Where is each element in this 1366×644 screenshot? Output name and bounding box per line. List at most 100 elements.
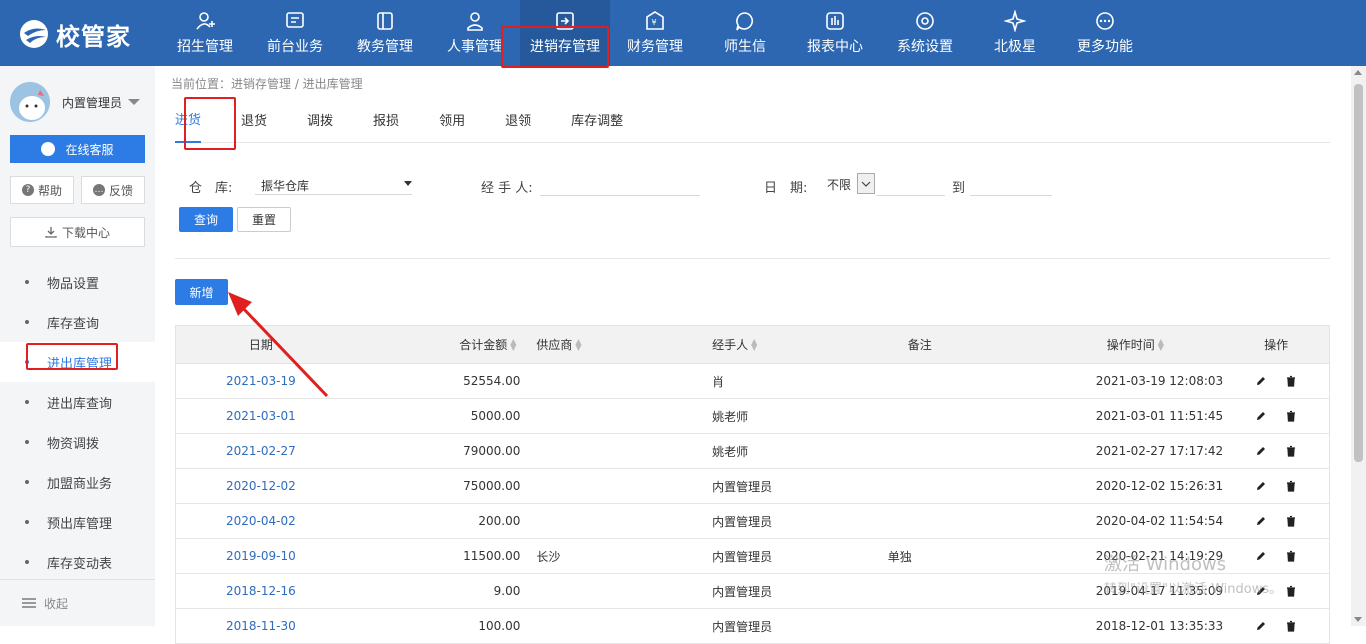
- yen-icon: ¥: [646, 11, 664, 30]
- nav-item-label: 进销存管理: [530, 39, 600, 55]
- sort-icon[interactable]: ▲ ▼: [751, 337, 757, 351]
- delete-icon[interactable]: [1285, 445, 1297, 457]
- tab-4[interactable]: 领用: [439, 96, 465, 143]
- header-date[interactable]: 日期: [176, 326, 346, 363]
- download-icon: [45, 227, 57, 238]
- tab-3[interactable]: 报损: [373, 96, 399, 143]
- cell-handler: 内置管理员: [712, 619, 773, 634]
- page-scrollbar[interactable]: [1351, 66, 1366, 626]
- cell-supplier: [520, 399, 696, 433]
- sidebar-item-7[interactable]: 库存变动表: [0, 542, 155, 582]
- bullet-icon: [25, 480, 29, 484]
- tab-2[interactable]: 调拨: [307, 96, 333, 143]
- edit-icon[interactable]: [1255, 375, 1267, 387]
- nav-item-2[interactable]: 教务管理: [340, 0, 430, 66]
- person-add-icon: [196, 12, 215, 30]
- query-button[interactable]: 查询: [179, 207, 233, 232]
- edit-icon[interactable]: [1255, 480, 1267, 492]
- select-arrow-icon: [857, 173, 875, 194]
- sidebar-item-1[interactable]: 库存查询: [0, 302, 155, 342]
- cell-date[interactable]: 2021-03-01: [176, 399, 346, 433]
- sort-icon[interactable]: ▲ ▼: [1158, 337, 1164, 351]
- user-menu[interactable]: 内置管理员: [10, 82, 150, 122]
- collapse-button[interactable]: 收起: [0, 579, 155, 626]
- chat-icon: [41, 142, 56, 156]
- sidebar-item-5[interactable]: 加盟商业务: [0, 462, 155, 502]
- nav-item-7[interactable]: 报表中心: [790, 0, 880, 66]
- edit-icon[interactable]: [1255, 410, 1267, 422]
- sidebar-item-0[interactable]: 物品设置: [0, 262, 155, 302]
- header-amount[interactable]: 合计金额 ▲ ▼: [346, 326, 521, 363]
- chevron-down-icon[interactable]: [128, 99, 141, 105]
- edit-icon[interactable]: [1255, 620, 1267, 632]
- delete-icon[interactable]: [1285, 585, 1297, 597]
- question-icon: ?: [21, 184, 34, 196]
- cell-date[interactable]: 2018-12-16: [176, 574, 346, 608]
- online-service-button[interactable]: 在线客服: [10, 135, 145, 163]
- nav-item-3[interactable]: 人事管理: [430, 0, 520, 66]
- bullet-icon: [25, 360, 29, 364]
- download-center-button[interactable]: 下载中心: [10, 217, 145, 247]
- delete-icon[interactable]: [1285, 550, 1297, 562]
- cell-date[interactable]: 2020-12-02: [176, 469, 346, 503]
- scroll-down-icon[interactable]: [1354, 617, 1362, 622]
- delete-icon[interactable]: [1285, 620, 1297, 632]
- scroll-thumb[interactable]: [1354, 84, 1363, 462]
- edit-icon[interactable]: [1255, 515, 1267, 527]
- edit-icon[interactable]: [1255, 445, 1267, 457]
- sidebar-item-3[interactable]: 进出库查询: [0, 382, 155, 422]
- nav-item-1[interactable]: 前台业务: [250, 0, 340, 66]
- header-handler[interactable]: 经手人 ▲ ▼: [696, 326, 872, 363]
- scroll-up-icon[interactable]: [1354, 70, 1362, 75]
- help-button[interactable]: ? 帮助: [10, 176, 74, 204]
- delete-icon[interactable]: [1285, 410, 1297, 422]
- tab-5[interactable]: 退领: [505, 96, 531, 143]
- cell-date[interactable]: 2018-11-30: [176, 609, 346, 643]
- sidebar-item-4[interactable]: 物资调拨: [0, 422, 155, 462]
- nav-item-8[interactable]: 系统设置: [880, 0, 970, 66]
- delete-icon[interactable]: [1285, 480, 1297, 492]
- nav-item-label: 人事管理: [447, 39, 503, 55]
- tab-6[interactable]: 库存调整: [571, 96, 623, 143]
- nav-item-label: 前台业务: [267, 39, 323, 55]
- edit-icon[interactable]: [1255, 550, 1267, 562]
- delete-icon[interactable]: [1285, 515, 1297, 527]
- cell-date[interactable]: 2020-04-02: [176, 504, 346, 538]
- reset-button[interactable]: 重置: [237, 207, 291, 232]
- sort-icon[interactable]: ▲ ▼: [510, 337, 516, 351]
- online-service-label: 在线客服: [65, 142, 114, 157]
- add-new-button[interactable]: 新增: [175, 279, 228, 305]
- nav-item-4[interactable]: 进销存管理: [520, 0, 610, 66]
- nav-item-6[interactable]: 师生信: [700, 0, 790, 66]
- book-icon: [377, 12, 393, 30]
- edit-icon[interactable]: [1255, 585, 1267, 597]
- cell-date[interactable]: 2021-02-27: [176, 434, 346, 468]
- header-time[interactable]: 操作时间 ▲ ▼: [1048, 326, 1224, 363]
- logo[interactable]: 校管家: [18, 18, 131, 51]
- nav-item-10[interactable]: 更多功能: [1060, 0, 1150, 66]
- sort-icon[interactable]: ▲ ▼: [575, 337, 581, 351]
- date-range-select[interactable]: 不限: [825, 173, 875, 195]
- sidebar-item-6[interactable]: 预出库管理: [0, 502, 155, 542]
- nav-item-label: 师生信: [724, 39, 766, 55]
- date-start-input[interactable]: [876, 174, 945, 196]
- nav-item-0[interactable]: 招生管理: [160, 0, 250, 66]
- cell-amount: 79000.00: [463, 444, 521, 458]
- feedback-button[interactable]: … 反馈: [81, 176, 145, 204]
- header-supplier[interactable]: 供应商 ▲ ▼: [520, 326, 696, 363]
- nav-item-9[interactable]: 北极星: [970, 0, 1060, 66]
- header-note: 备注: [907, 338, 932, 352]
- date-end-input[interactable]: [970, 174, 1052, 196]
- warehouse-select[interactable]: 振华仓库: [255, 173, 412, 195]
- cell-date[interactable]: 2019-09-10: [176, 539, 346, 573]
- tab-0[interactable]: 进货: [175, 96, 202, 143]
- table-row: 2019-09-10 11500.00 长沙 内置管理员 单独 2020-02-21 14…: [176, 539, 1329, 574]
- handler-input[interactable]: [540, 174, 700, 196]
- screen-icon: [286, 12, 304, 28]
- nav-item-5[interactable]: ¥ 财务管理: [610, 0, 700, 66]
- sidebar-item-2[interactable]: 进出库管理: [0, 342, 155, 382]
- tab-1[interactable]: 退货: [241, 96, 267, 143]
- delete-icon[interactable]: [1285, 375, 1297, 387]
- logo-icon: [20, 20, 48, 48]
- cell-date[interactable]: 2021-03-19: [176, 364, 346, 398]
